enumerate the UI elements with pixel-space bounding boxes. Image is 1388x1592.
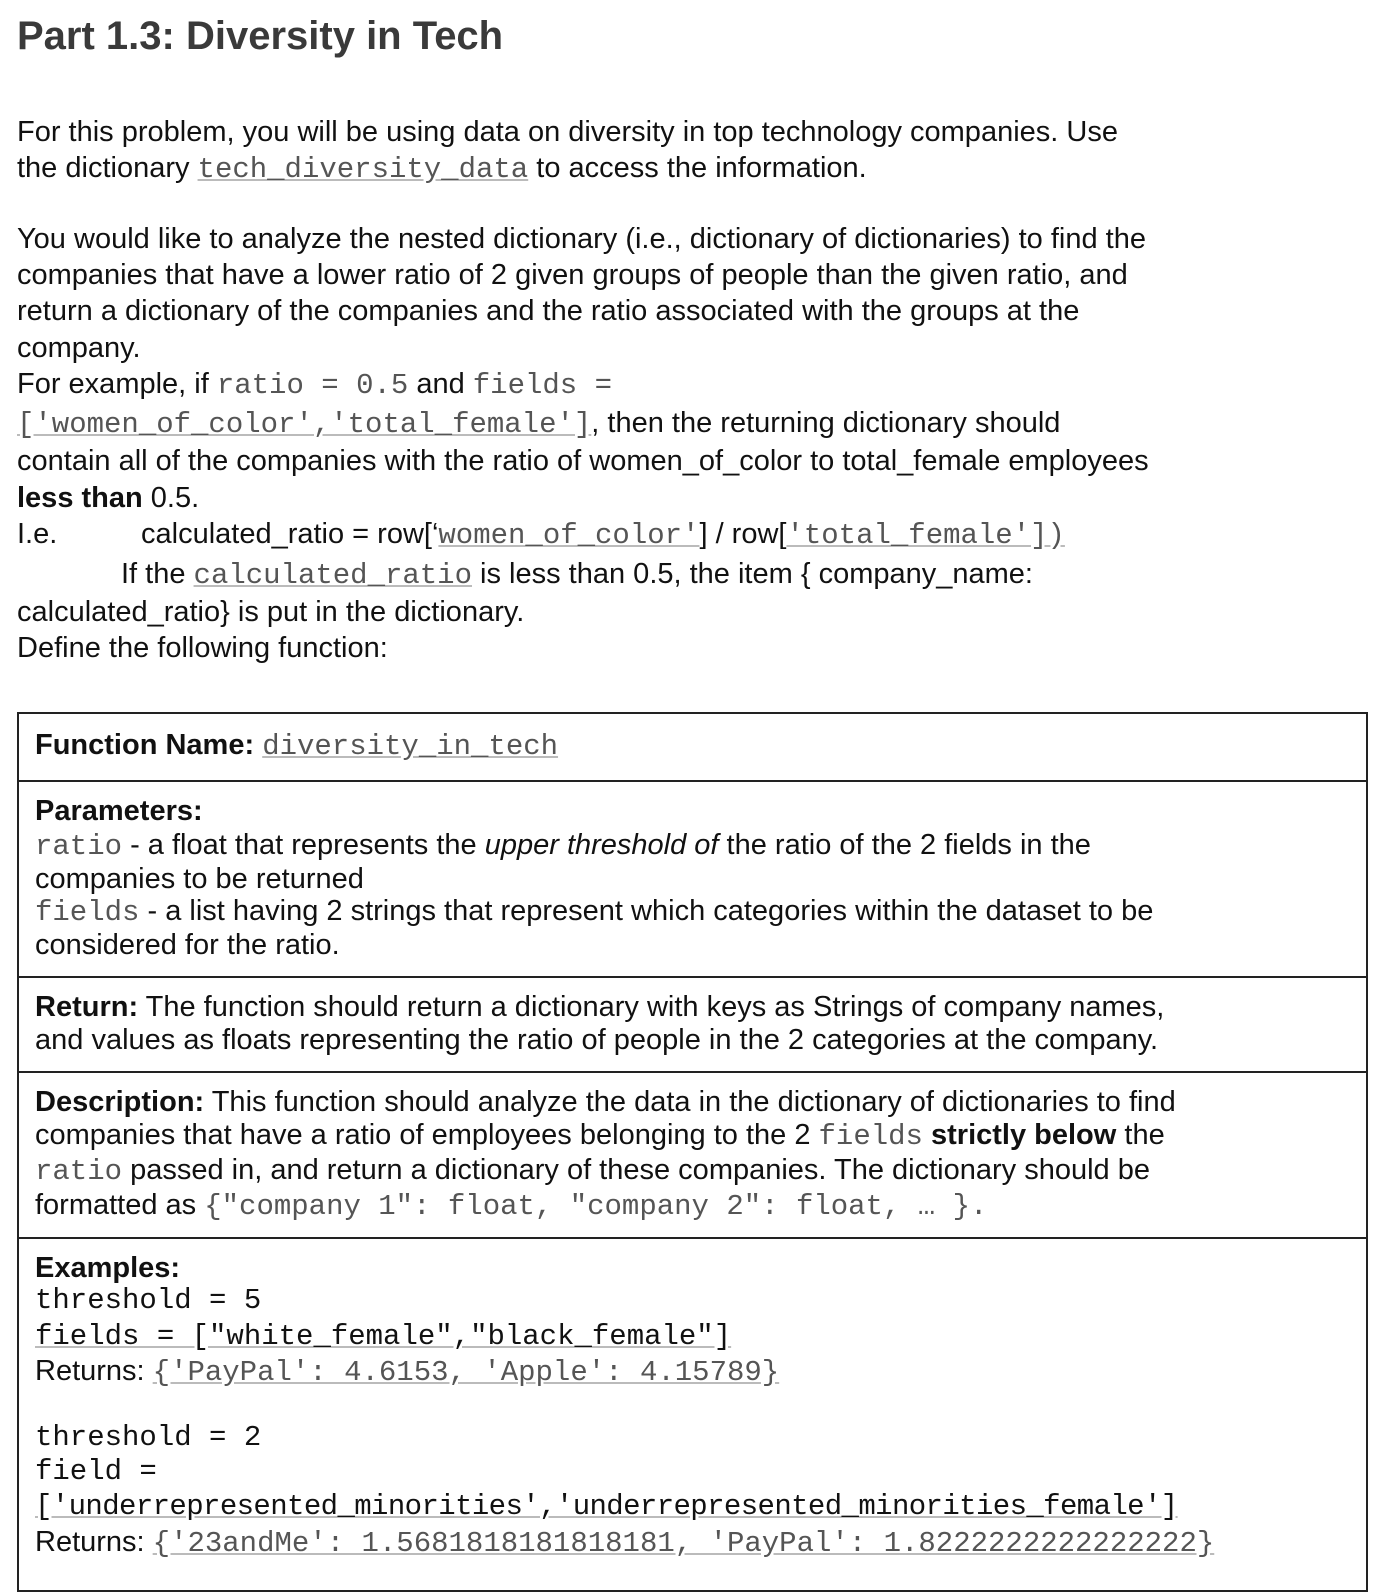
para-line-1: You would like to analyze the nested dic… [17,223,1146,255]
para-line-2: companies that have a lower ratio of 2 g… [17,259,1128,291]
function-spec-table: Function Name: diversity_in_tech Paramet… [17,712,1368,1592]
para-line-7: contain all of the companies with the ra… [17,445,1149,477]
example-2-list: ['underrepresented_minorities','underrep… [35,1490,1178,1523]
calc-line: calculated_ratio = row[‘women_of_color']… [141,518,1065,552]
para-line-3: return a dictionary of the companies and… [17,295,1080,327]
example-2-field: field = [35,1455,157,1488]
para-line-11: calculated_ratio} is put in the dictiona… [17,596,525,628]
para-line-8: less than 0.5. [17,482,200,514]
examples-section: Examples: threshold = 5 fields = ["white… [19,1237,1366,1590]
example-line-2: ['women_of_color','total_female'], then … [17,407,1061,441]
example-1-fields: fields = ["white_female","black_female"] [35,1320,732,1353]
intro-line-2: the dictionary tech_diversity_data to ac… [17,152,867,186]
function-name-section: Function Name: diversity_in_tech [35,729,559,763]
ie-label: I.e. [17,518,58,550]
code-tech-diversity-data: tech_diversity_data [197,153,529,186]
example-2-threshold: threshold = 2 [35,1421,262,1454]
description-section: Description: This function should analyz… [19,1071,1366,1237]
example-2-returns: Returns: {'23andMe': 1.5681818181818181,… [35,1526,1215,1560]
para-line-12: Define the following function: [17,632,388,664]
function-name-code: diversity_in_tech [262,730,559,763]
example-1-threshold: threshold = 5 [35,1284,262,1317]
page-title: Part 1.3: Diversity in Tech [17,14,504,58]
intro-line-1: For this problem, you will be using data… [17,116,1118,148]
parameters-section: Parameters: ratio - a float that represe… [19,780,1366,976]
para-line-4: company. [17,332,141,364]
example-1-returns: Returns: {'PayPal': 4.6153, 'Apple': 4.1… [35,1355,780,1389]
return-section: Return: The function should return a dic… [19,976,1366,1071]
if-line: If the calculated_ratio is less than 0.5… [121,558,1033,592]
example-line-1: For example, if ratio = 0.5 and fields = [17,368,613,402]
